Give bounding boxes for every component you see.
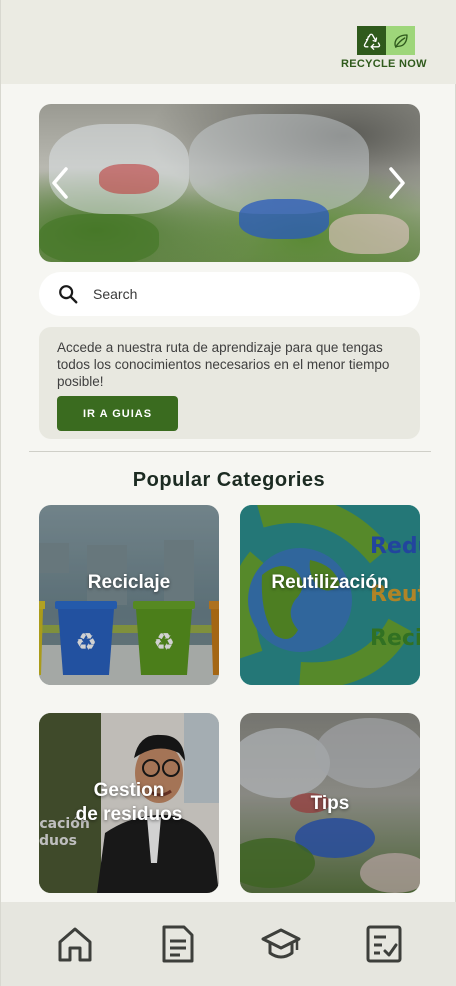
brand-name: RECYCLE NOW — [341, 58, 427, 70]
search-icon — [59, 285, 78, 304]
card-overlay — [240, 505, 420, 685]
top-bar: RECYCLE NOW — [1, 0, 456, 84]
waste-pile-shape — [99, 164, 159, 194]
category-card-tips[interactable]: Tips — [240, 713, 420, 893]
category-label: Tips — [310, 793, 350, 814]
category-label-line-1: Gestion — [93, 780, 165, 801]
card-overlay — [39, 505, 219, 685]
nav-home[interactable] — [53, 922, 97, 966]
chevron-right-icon — [389, 167, 405, 199]
logo-icons — [347, 26, 425, 55]
bottom-navigation — [1, 902, 456, 986]
category-label: Gestion de residuos — [39, 779, 219, 827]
waste-pile-shape — [39, 214, 159, 262]
category-label: Reutilización — [271, 572, 389, 593]
home-icon — [58, 927, 91, 962]
section-divider — [29, 451, 431, 452]
carousel-next-button[interactable] — [382, 166, 412, 200]
search-input[interactable] — [93, 286, 373, 302]
recycle-icon — [357, 26, 386, 55]
graduation-cap-icon — [261, 928, 300, 959]
nav-documents[interactable] — [156, 922, 200, 966]
hero-carousel[interactable] — [39, 104, 420, 262]
category-card-gestion-residuos[interactable]: ficación duos Gestion de residuos — [39, 713, 219, 893]
go-to-guides-button[interactable]: IR A GUIAS — [57, 396, 178, 431]
nav-learning[interactable] — [259, 922, 303, 966]
carousel-prev-button[interactable] — [45, 166, 75, 200]
learning-path-card: Accede a nuestra ruta de aprendizaje par… — [39, 327, 420, 439]
nav-checklist[interactable] — [362, 922, 406, 966]
category-label: Reciclaje — [87, 572, 171, 593]
category-label-line-2: de residuos — [75, 804, 183, 825]
search-bar[interactable] — [39, 272, 420, 316]
document-icon — [162, 925, 193, 963]
category-card-reciclaje[interactable]: ♻ ♻ Reciclaje — [39, 505, 219, 685]
leaf-icon — [386, 26, 415, 55]
checklist-icon — [366, 925, 401, 963]
popular-categories-title: Popular Categories — [132, 469, 326, 491]
waste-pile-shape — [329, 214, 409, 254]
learning-path-text: Accede a nuestra ruta de aprendizaje par… — [57, 340, 390, 389]
waste-pile-shape — [239, 199, 329, 239]
category-card-reutilizacion[interactable]: Reduc Reutil Recic Reutilización — [240, 505, 420, 685]
recycle-now-logo[interactable]: RECYCLE NOW — [341, 26, 427, 74]
chevron-left-icon — [52, 167, 68, 199]
